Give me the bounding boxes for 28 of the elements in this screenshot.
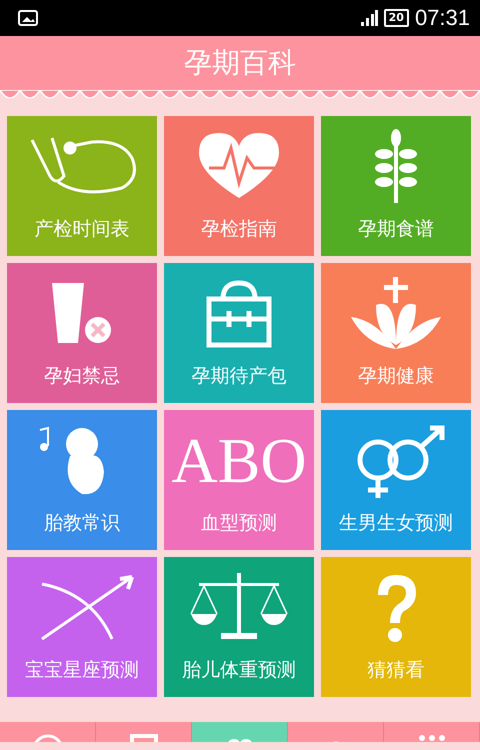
page-title: 孕期百科 (184, 45, 296, 81)
category-tile[interactable]: 孕期待产包 (164, 263, 314, 403)
tile-label: 生男生女预测 (339, 511, 453, 536)
blood-type-text: ABO (171, 424, 307, 498)
tile-label: 胎儿体重预测 (182, 658, 296, 683)
tile-label: 孕期食谱 (358, 217, 434, 242)
category-tile[interactable]: 宝宝星座预测 (7, 557, 157, 697)
tile-label: 孕妇禁忌 (44, 364, 120, 389)
category-tile[interactable]: 孕期食谱 (321, 116, 471, 256)
category-tile[interactable]: 孕检指南 (164, 116, 314, 256)
tile-label: 产检时间表 (34, 217, 130, 242)
category-tile[interactable]: 胎教常识 (7, 410, 157, 550)
category-tile[interactable]: 猜猜看 (321, 557, 471, 697)
tile-label: 宝宝星座预测 (25, 658, 139, 683)
battery-level: 20 (384, 9, 409, 27)
tile-label: 孕期待产包 (192, 364, 286, 389)
category-tile[interactable]: 孕妇禁忌 (7, 263, 157, 403)
tile-label: 猜猜看 (368, 658, 424, 683)
category-tile[interactable]: ABO 血型预测 (164, 410, 314, 550)
clock-time: 07:31 (414, 5, 470, 31)
tile-label: 血型预测 (201, 511, 277, 536)
tile-label: 孕期健康 (358, 364, 434, 389)
category-tile[interactable]: 孕期健康 (321, 263, 471, 403)
category-tile[interactable]: 产检时间表 (7, 116, 157, 256)
category-tile[interactable]: 生男生女预测 (321, 410, 471, 550)
tile-label: 胎教常识 (44, 511, 120, 536)
tile-label: 孕检指南 (201, 217, 277, 242)
category-tile[interactable]: 胎儿体重预测 (164, 557, 314, 697)
